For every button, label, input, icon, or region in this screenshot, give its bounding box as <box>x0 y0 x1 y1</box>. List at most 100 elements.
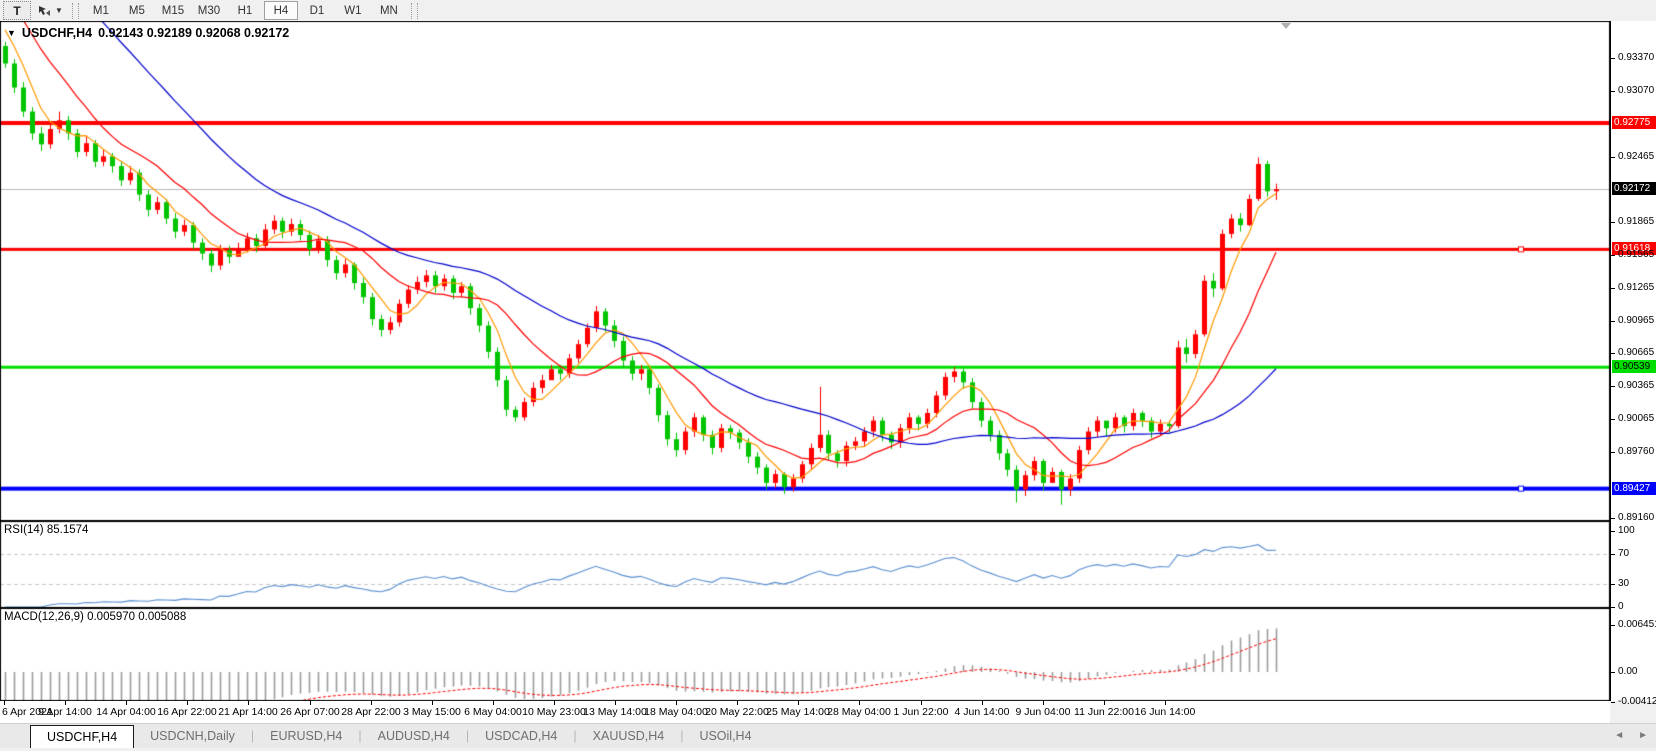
price-axis-tick <box>1611 157 1615 158</box>
timeframe-button-h1[interactable]: H1 <box>228 1 262 20</box>
date-axis-tick <box>676 701 677 705</box>
timeframe-button-m30[interactable]: M30 <box>192 1 226 20</box>
price-axis-label: 0.91865 <box>1618 216 1654 228</box>
date-label: 16 Apr 22:00 <box>157 706 217 718</box>
price-axis-label: 0.89760 <box>1618 446 1654 458</box>
price-axis-label: 0.00 <box>1618 666 1637 678</box>
arrow-objects-button[interactable]: ▼ <box>33 2 67 19</box>
price-axis[interactable]: 0.933700.930700.927750.924650.921720.918… <box>1610 21 1656 701</box>
tab-bar-lead <box>0 724 30 748</box>
price-axis-tick <box>1611 58 1615 59</box>
price-axis-label: 0.006451 <box>1618 619 1656 631</box>
price-axis-label: 0.89160 <box>1618 512 1654 524</box>
timeframe-button-m1[interactable]: M1 <box>84 1 118 20</box>
date-axis-tick <box>798 701 799 705</box>
price-axis-tick <box>1611 288 1615 289</box>
price-axis-value-box: 0.90539 <box>1612 360 1656 373</box>
price-axis-tick <box>1611 702 1615 703</box>
timeframe-button-w1[interactable]: W1 <box>336 1 370 20</box>
timeframe-button-h4[interactable]: H4 <box>264 1 298 20</box>
macd-panel-canvas[interactable] <box>0 608 1610 701</box>
dropdown-caret-icon: ▼ <box>55 6 63 15</box>
date-label: 4 Jun 14:00 <box>955 706 1010 718</box>
date-label: 16 Jun 14:00 <box>1135 706 1196 718</box>
tab-item-usdchf[interactable]: USDCHF,H4 <box>30 725 134 748</box>
date-axis-tick <box>248 701 249 705</box>
price-axis-value-box: 0.92172 <box>1612 182 1656 195</box>
rsi-panel-canvas[interactable] <box>0 521 1610 608</box>
date-label: 6 May 04:00 <box>464 706 522 718</box>
date-axis-tick <box>187 701 188 705</box>
date-label: 11 Jun 22:00 <box>1074 706 1134 718</box>
date-label: 18 May 04:00 <box>644 706 708 718</box>
rsi-indicator-label: RSI(14) 85.1574 <box>4 524 88 536</box>
tab-item-audusd[interactable]: AUDUSD,H4 <box>362 724 466 748</box>
date-axis-tick <box>65 701 66 705</box>
timeframe-button-mn[interactable]: MN <box>372 1 406 20</box>
tab-item-eurusd[interactable]: EURUSD,H4 <box>254 724 358 748</box>
chart-tab-bar: USDCHF,H4USDCNH,Daily|EURUSD,H4|AUDUSD,H… <box>0 723 1656 748</box>
date-label: 26 Apr 07:00 <box>280 706 340 718</box>
date-label: 20 May 22:00 <box>705 706 769 718</box>
price-axis-label: 100 <box>1618 525 1635 537</box>
date-axis-tick <box>921 701 922 705</box>
date-axis-tick <box>371 701 372 705</box>
date-axis-tick <box>859 701 860 705</box>
rsi-current-value: 85.1574 <box>47 524 89 536</box>
price-axis-tick <box>1611 554 1615 555</box>
tab-scroll-right-icon[interactable]: ► <box>1638 730 1648 741</box>
date-axis-tick <box>4 701 5 705</box>
main-chart-canvas[interactable] <box>0 21 1610 521</box>
price-axis-label: -0.004129 <box>1618 696 1656 708</box>
date-axis-tick <box>1104 701 1105 705</box>
price-axis-label: 0.90065 <box>1618 413 1654 425</box>
arrow-objects-icon <box>37 4 52 18</box>
price-axis-tick <box>1611 625 1615 626</box>
price-axis-tick <box>1611 531 1615 532</box>
date-axis[interactable]: 6 Apr 20219 Apr 14:0014 Apr 04:0016 Apr … <box>0 701 1610 723</box>
date-axis-tick <box>1043 701 1044 705</box>
chart-dropdown-icon[interactable]: ▼ <box>7 28 16 38</box>
date-label: 25 May 14:00 <box>766 706 830 718</box>
toolbar-grip[interactable] <box>411 3 418 19</box>
timeframe-button-m5[interactable]: M5 <box>120 1 154 20</box>
chart-shift-marker-icon[interactable] <box>1281 23 1291 29</box>
chart-title: ▼ USDCHF,H4 0.92143 0.92189 0.92068 0.92… <box>7 26 289 40</box>
date-axis-tick <box>737 701 738 705</box>
price-axis-label: 0.90665 <box>1618 347 1654 359</box>
price-axis-tick <box>1611 353 1615 354</box>
tab-item-usoil[interactable]: USOil,H4 <box>683 724 767 748</box>
date-axis-tick <box>554 701 555 705</box>
price-axis-label: 0.90965 <box>1618 315 1654 327</box>
price-axis-tick <box>1611 672 1615 673</box>
price-axis-tick <box>1611 584 1615 585</box>
date-axis-tick <box>1165 701 1166 705</box>
tab-scroll-left-icon[interactable]: ◄ <box>1614 730 1624 741</box>
date-axis-tick <box>126 701 127 705</box>
chart-symbol-label: USDCHF,H4 <box>22 26 92 40</box>
price-axis-label: 0.91265 <box>1618 282 1654 294</box>
toolbar-grip[interactable] <box>72 3 79 19</box>
timeframe-toolbar: M1M5M15M30H1H4D1W1MN <box>83 1 407 20</box>
date-axis-tick <box>493 701 494 705</box>
price-axis-label: 0.92465 <box>1618 151 1654 163</box>
price-axis-label: 0.91565 <box>1618 249 1654 261</box>
tab-item-usdcnh[interactable]: USDCNH,Daily <box>134 724 251 748</box>
price-axis-label: 70 <box>1618 548 1629 560</box>
timeframe-button-m15[interactable]: M15 <box>156 1 190 20</box>
tab-item-usdcad[interactable]: USDCAD,H4 <box>469 724 573 748</box>
tab-item-xauusd[interactable]: XAUUSD,H4 <box>577 724 681 748</box>
date-label: 9 Jun 04:00 <box>1016 706 1071 718</box>
price-axis-tick <box>1611 607 1615 608</box>
date-axis-tick <box>982 701 983 705</box>
text-tool-button[interactable]: T <box>3 1 31 20</box>
macd-indicator-label: MACD(12,26,9) 0.005970 0.005088 <box>4 611 186 623</box>
date-label: 3 May 15:00 <box>403 706 461 718</box>
timeframe-button-d1[interactable]: D1 <box>300 1 334 20</box>
date-label: 28 Apr 22:00 <box>341 706 401 718</box>
date-label: 28 May 04:00 <box>827 706 891 718</box>
price-axis-value-box: 0.89427 <box>1612 482 1656 495</box>
price-axis-label: 0.93070 <box>1618 85 1654 97</box>
date-axis-tick <box>310 701 311 705</box>
price-axis-label: 0.93370 <box>1618 52 1654 64</box>
